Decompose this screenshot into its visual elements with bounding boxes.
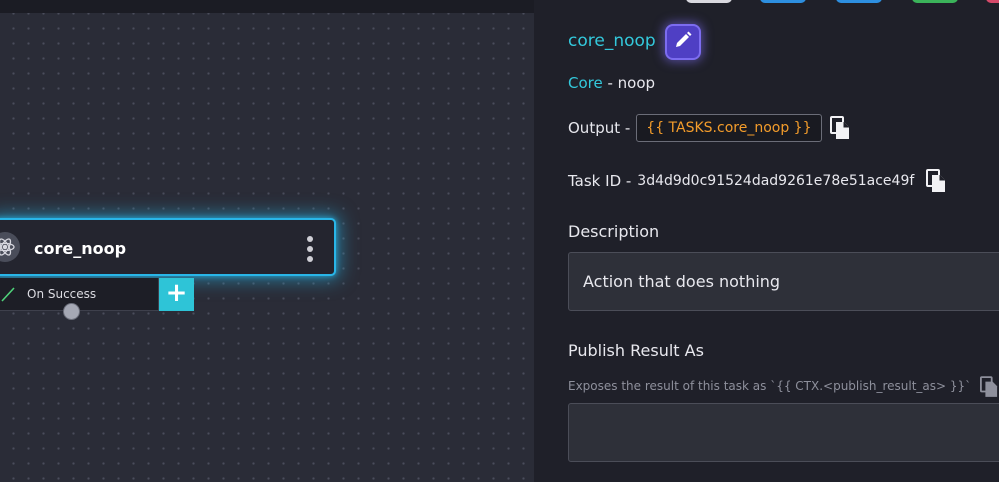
task-id-label: Task ID - [568,172,632,190]
description-heading: Description [568,222,660,241]
output-label: Output - [568,119,631,137]
tab-stub[interactable] [836,0,882,3]
tab-stub[interactable] [912,0,958,3]
pencil-icon [673,30,693,54]
description-value: Action that does nothing [583,272,781,291]
publish-result-input[interactable] [568,403,999,462]
task-node-core-noop[interactable]: core_noop [0,218,336,276]
output-value: {{ TASKS.core_noop }} [636,114,822,142]
transition-on-success[interactable]: On Success [0,278,159,311]
task-id-row: Task ID - 3d4d9d0c91524dad9261e78e51ace4… [568,168,946,194]
output-row: Output - {{ TASKS.core_noop }} [568,113,850,143]
transition-drag-handle[interactable] [63,303,80,320]
publish-result-hint: Exposes the result of this task as `{{ C… [568,379,972,393]
task-properties-panel: core_noop Core - noop Output - {{ TASKS.… [534,0,999,482]
copy-icon[interactable] [980,376,998,402]
tab-stub[interactable] [686,0,732,3]
tab-stub[interactable] [760,0,806,3]
canvas-toolbar [0,0,534,13]
check-icon [0,286,16,306]
edit-task-name-button[interactable] [665,24,701,60]
task-id-value: 3d4d9d0c91524dad9261e78e51ace49f [637,173,915,189]
copy-icon[interactable] [926,169,946,193]
copy-icon[interactable] [829,116,850,140]
add-transition-button[interactable]: + [159,278,194,311]
task-name: core_noop [568,31,656,51]
description-field[interactable]: Action that does nothing [568,252,999,311]
tab-stub[interactable] [986,0,999,3]
transition-label: On Success [27,287,97,301]
more-vertical-icon[interactable] [306,236,314,262]
workflow-canvas[interactable]: core_noop On Success + [0,0,534,482]
publish-result-heading: Publish Result As [568,341,704,360]
action-reference: Core - noop [568,74,655,92]
action-name: - noop [602,74,656,92]
pack-link[interactable]: Core [568,74,603,92]
atom-icon [0,232,20,262]
panel-tab-strip [534,0,999,4]
node-title: core_noop [34,239,127,258]
